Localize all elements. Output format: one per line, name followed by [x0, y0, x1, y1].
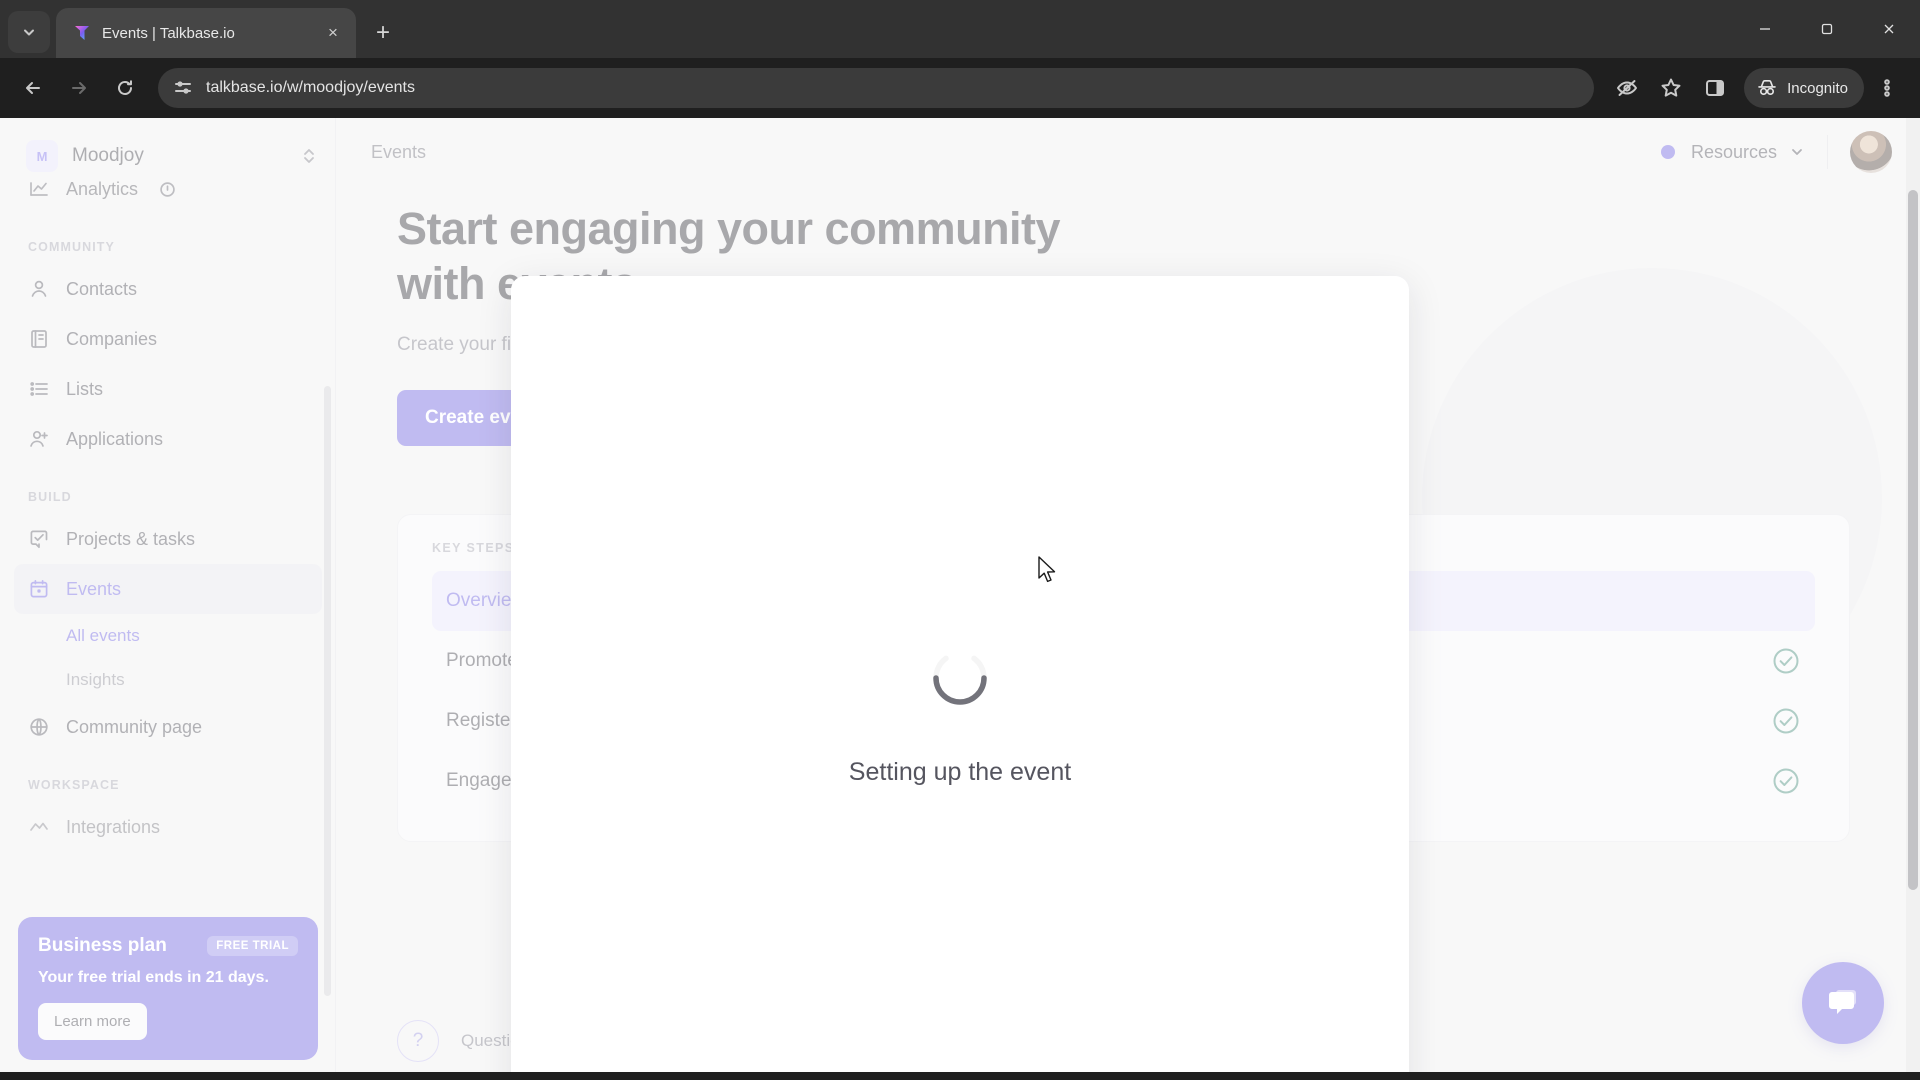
reload-button[interactable]	[104, 67, 146, 109]
loading-spinner	[928, 646, 992, 710]
forward-button[interactable]	[58, 67, 100, 109]
modal-message: Setting up the event	[848, 757, 1072, 786]
bookmark-star-icon[interactable]	[1650, 67, 1692, 109]
window-controls	[1734, 0, 1920, 58]
mouse-cursor	[1037, 556, 1059, 591]
toolbar-actions: Incognito	[1606, 67, 1908, 109]
new-tab-button[interactable]: +	[366, 16, 400, 50]
side-panel-icon[interactable]	[1694, 67, 1736, 109]
site-settings-icon[interactable]	[172, 77, 194, 99]
bottom-edge	[0, 1072, 1920, 1080]
browser-tab[interactable]: Events | Talkbase.io ×	[56, 8, 356, 58]
setting-up-event-modal: Setting up the event	[511, 276, 1409, 1080]
tab-title: Events | Talkbase.io	[102, 24, 235, 42]
talkbase-favicon	[72, 23, 92, 43]
web-page: M Moodjoy Analytics	[0, 118, 1920, 1080]
browser-toolbar: talkbase.io/w/moodjoy/events Incognito	[0, 58, 1920, 118]
back-button[interactable]	[12, 67, 54, 109]
maximize-button[interactable]	[1796, 0, 1858, 58]
incognito-indicator[interactable]: Incognito	[1744, 68, 1864, 108]
chevron-down-icon	[24, 29, 34, 36]
page-scrollbar[interactable]	[1906, 118, 1920, 1080]
modal-overlay: Setting up the event	[0, 118, 1920, 1080]
tracking-protection-icon[interactable]	[1606, 67, 1648, 109]
browser-window: Events | Talkbase.io × + talkbase.io/w/m…	[0, 0, 1920, 1080]
tab-search-chevron-button[interactable]	[8, 11, 50, 53]
incognito-label: Incognito	[1787, 79, 1848, 97]
close-icon[interactable]: ×	[320, 20, 346, 46]
chrome-menu-button[interactable]	[1866, 67, 1908, 109]
minimize-button[interactable]	[1734, 0, 1796, 58]
url-text: talkbase.io/w/moodjoy/events	[206, 79, 415, 96]
close-window-button[interactable]	[1858, 0, 1920, 58]
page-scrollbar-thumb[interactable]	[1908, 190, 1918, 890]
tab-strip: Events | Talkbase.io × +	[0, 0, 1920, 58]
address-bar[interactable]: talkbase.io/w/moodjoy/events	[158, 68, 1595, 108]
incognito-icon	[1758, 80, 1776, 95]
